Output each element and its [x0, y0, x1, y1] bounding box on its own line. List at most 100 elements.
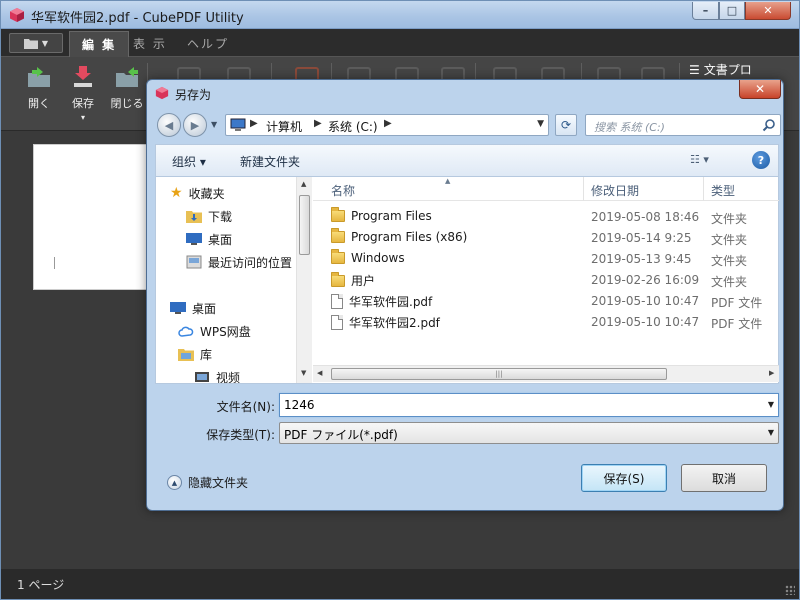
cancel-button[interactable]: 取消: [681, 464, 767, 492]
document-properties-label: 文書プロ: [703, 63, 752, 77]
scroll-right-icon[interactable]: ▶: [769, 369, 774, 377]
nav-item-desktop[interactable]: 桌面: [170, 298, 216, 318]
open-button[interactable]: 開く: [19, 65, 59, 111]
address-bar[interactable]: ▶ 计算机 ▶ 系统 (C:) ▶ ▼: [225, 114, 549, 136]
nav-item-label: 桌面: [192, 301, 217, 316]
scroll-up-icon[interactable]: ▲: [301, 180, 306, 188]
dialog-close-button[interactable]: ✕: [739, 80, 781, 99]
column-header-date[interactable]: 修改日期: [591, 182, 639, 199]
column-divider[interactable]: [583, 177, 584, 201]
column-divider[interactable]: [703, 177, 704, 201]
download-folder-icon: [186, 211, 202, 223]
scroll-down-icon[interactable]: ▼: [301, 369, 306, 377]
breadcrumb-separator-icon[interactable]: ▶: [384, 118, 392, 129]
organize-button[interactable]: 组织 ▾: [172, 153, 206, 170]
scroll-left-icon[interactable]: ◀: [317, 369, 322, 377]
nav-item-videos[interactable]: 视频: [194, 367, 240, 383]
cubepdf-logo-icon: [10, 8, 24, 22]
file-row[interactable]: 用户 2019-02-26 16:09 文件夹: [313, 270, 779, 291]
close-window-button[interactable]: ✕: [745, 2, 791, 20]
view-options-button[interactable]: ☷ ▾: [690, 153, 730, 169]
file-date: 2019-05-13 9:45: [591, 252, 692, 266]
help-button[interactable]: ?: [752, 151, 770, 169]
file-row[interactable]: 华军软件园.pdf 2019-05-10 10:47 PDF 文件: [313, 291, 779, 312]
save-dropdown-icon[interactable]: ▾: [63, 113, 103, 122]
sort-ascending-icon: ▲: [445, 177, 451, 185]
file-type: 文件夹: [711, 254, 748, 268]
dialog-titlebar[interactable]: 另存为 ✕: [147, 80, 783, 106]
filetype-select[interactable]: PDF ファイル(*.pdf) ▼: [279, 422, 779, 444]
pdf-file-icon: [331, 315, 343, 330]
open-label: 開く: [28, 97, 50, 110]
column-header-type[interactable]: 类型: [711, 182, 735, 199]
save-ribbon-button[interactable]: 保存 ▾: [63, 65, 103, 122]
forward-button[interactable]: ▶: [183, 113, 207, 137]
file-menu-button[interactable]: ▼: [9, 33, 63, 53]
folder-icon: [331, 249, 345, 264]
file-name-cell: 用户: [331, 271, 376, 289]
scrollbar-thumb[interactable]: [299, 195, 310, 255]
horizontal-scrollbar[interactable]: ◀ ||| ▶: [313, 365, 779, 382]
recent-locations-dropdown[interactable]: ▼: [211, 120, 219, 129]
close-icon: ✕: [763, 4, 773, 17]
file-name-cell: 华军软件园.pdf: [331, 293, 432, 310]
arrow-right-icon: ▶: [190, 118, 200, 132]
hide-folders-toggle[interactable]: ▲ 隐藏文件夹: [167, 474, 248, 491]
file-row[interactable]: 华军软件园2.pdf 2019-05-10 10:47 PDF 文件: [313, 312, 779, 333]
resize-grip[interactable]: [785, 585, 795, 595]
search-input[interactable]: 搜索 系统 (C:): [585, 114, 781, 136]
hide-folders-label: 隐藏文件夹: [188, 476, 249, 490]
back-button[interactable]: ◀: [157, 113, 181, 137]
nav-item-wps-cloud[interactable]: WPS网盘: [178, 321, 251, 341]
nav-item-label: WPS网盘: [200, 324, 251, 339]
close-doc-icon: [116, 67, 138, 87]
nav-item-label: 视频: [216, 370, 241, 384]
file-name: Windows: [351, 251, 405, 265]
filename-field[interactable]: 1246 ▼: [279, 393, 779, 417]
app-titlebar[interactable]: 华军软件园2.pdf - CubePDF Utility – □ ✕: [1, 1, 799, 29]
breadcrumb-drive-c[interactable]: 系统 (C:): [328, 118, 378, 135]
file-row[interactable]: Windows 2019-05-13 9:45 文件夹: [313, 249, 779, 270]
nav-item-label: 最近访问的位置: [208, 255, 293, 270]
nav-item-library[interactable]: 库: [178, 344, 212, 364]
tab-help[interactable]: ヘルプ: [175, 31, 241, 57]
save-button[interactable]: 保存(S): [581, 464, 667, 492]
maximize-button[interactable]: □: [719, 2, 745, 20]
chevron-down-icon[interactable]: ▼: [768, 400, 774, 409]
breadcrumb-separator-icon[interactable]: ▶: [314, 118, 322, 129]
file-row[interactable]: Program Files (x86) 2019-05-14 9:25 文件夹: [313, 228, 779, 249]
star-icon: ★: [170, 185, 183, 201]
tab-view[interactable]: 表 示: [121, 31, 179, 57]
nav-pane-scrollbar[interactable]: ▲ ▼: [296, 177, 312, 383]
file-row[interactable]: Program Files 2019-05-08 18:46 文件夹: [313, 207, 779, 228]
chevron-down-icon[interactable]: ▼: [768, 428, 774, 437]
dialog-title: 另存为: [175, 88, 212, 102]
nav-item-recent-places[interactable]: 最近访问的位置: [186, 252, 292, 272]
close-doc-button[interactable]: 閉じる: [107, 65, 147, 111]
file-name: 用户: [351, 274, 376, 288]
scrollbar-thumb[interactable]: |||: [331, 368, 667, 380]
page-thumbnail[interactable]: [33, 144, 153, 290]
nav-item-desktop-favorite[interactable]: 桌面: [186, 229, 232, 249]
video-icon: [195, 372, 209, 382]
document-properties-button[interactable]: ☰ 文書プロ: [689, 61, 752, 78]
nav-item-label: 库: [200, 347, 213, 362]
save-label: 保存: [72, 97, 94, 110]
new-folder-button[interactable]: 新建文件夹: [240, 153, 300, 170]
minimize-icon: –: [702, 4, 709, 17]
nav-item-favorites[interactable]: ★ 收藏夹: [170, 183, 225, 203]
breadcrumb-separator-icon[interactable]: ▶: [250, 118, 258, 129]
folder-icon: [331, 271, 345, 287]
search-placeholder: 搜索 系统 (C:): [594, 121, 665, 134]
nav-item-downloads[interactable]: 下载: [186, 206, 232, 226]
column-header-name[interactable]: 名称: [331, 182, 355, 199]
filename-label: 文件名(N):: [216, 400, 275, 414]
navigation-pane: ★ 收藏夹 下载 桌面 最近访问的位置 桌面 WPS网盘 库 视频: [156, 177, 296, 383]
refresh-button[interactable]: ⟳: [555, 114, 577, 136]
minimize-button[interactable]: –: [692, 2, 719, 20]
file-name-cell: Windows: [331, 249, 405, 265]
column-headers: ▲ 名称 修改日期 类型: [313, 177, 779, 201]
address-dropdown-icon[interactable]: ▼: [537, 119, 544, 129]
file-name: Program Files: [351, 209, 432, 223]
breadcrumb-computer[interactable]: 计算机: [266, 118, 302, 135]
